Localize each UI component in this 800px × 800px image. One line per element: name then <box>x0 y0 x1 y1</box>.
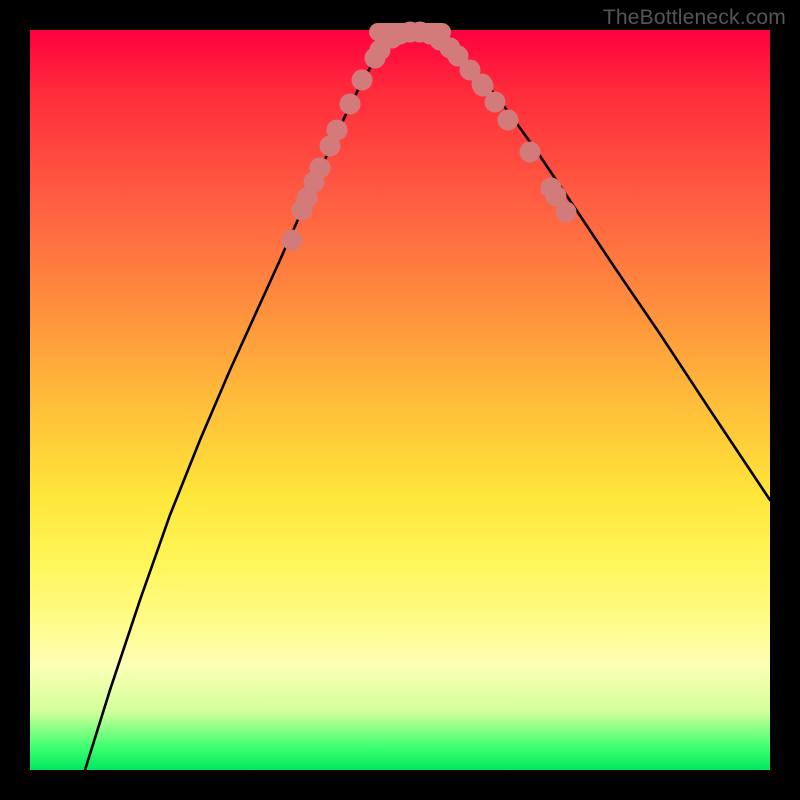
data-marker <box>498 110 519 131</box>
data-marker <box>520 142 541 163</box>
data-marker <box>327 120 348 141</box>
data-marker <box>485 92 506 113</box>
plot-area <box>30 30 770 770</box>
data-marker <box>352 70 373 91</box>
chart-svg <box>30 30 770 770</box>
data-marker <box>310 158 331 179</box>
data-marker <box>556 202 577 223</box>
data-marker <box>340 94 361 115</box>
chart-frame: TheBottleneck.com <box>0 0 800 800</box>
watermark-label: TheBottleneck.com <box>603 6 786 30</box>
right-curve <box>410 32 770 500</box>
data-markers <box>282 22 577 251</box>
data-marker <box>282 230 303 251</box>
left-curve <box>85 32 410 770</box>
